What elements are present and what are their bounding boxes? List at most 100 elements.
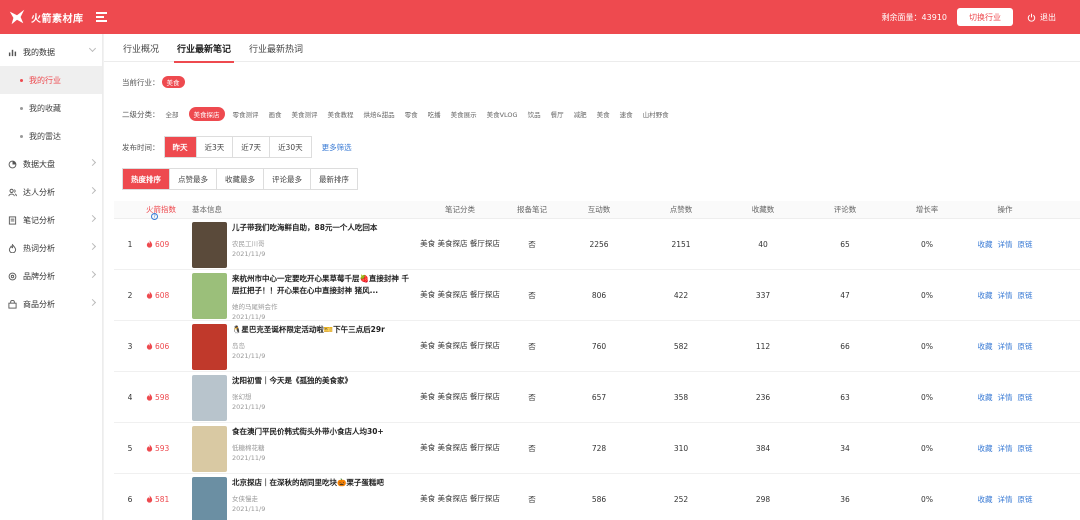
sub-category-10[interactable]: 美食VLOG [487,109,518,119]
content-tabs: 行业概况 行业最新笔记 行业最新热词 [104,34,1080,63]
note-date: 2021/11/9 [232,249,266,258]
source-link[interactable]: 原链 [1018,494,1033,505]
sort-option-0[interactable]: 热度排序 [123,169,170,189]
detail-link[interactable]: 详情 [998,443,1013,454]
detail-link[interactable]: 详情 [998,239,1013,250]
brand-logo[interactable]: 火箭素材库 [8,8,94,26]
note-thumbnail[interactable] [192,272,227,319]
switch-industry-button[interactable]: 切换行业 [957,8,1013,26]
sub-category-16[interactable]: 山村野食 [643,109,669,119]
row-info[interactable]: 儿子带我们吃海鲜自助，88元一个人吃回本 农民工川哥 2021/11/9 [192,219,414,270]
comments-count: 47 [840,290,850,300]
collect-link[interactable]: 收藏 [978,341,993,352]
collect-link[interactable]: 收藏 [978,239,993,250]
tab-industry-overview[interactable]: 行业概况 [114,34,168,62]
sub-category-8[interactable]: 吃播 [428,109,441,119]
source-link[interactable]: 原链 [1018,239,1033,250]
note-title[interactable]: 来杭州市中心一定要吃开心果草莓千层🍓直接封神 千层扛把子！！开心果在心中直接封神… [232,273,412,297]
sidebar-item-hotword-analysis[interactable]: 热词分析 [0,234,102,262]
sidebar-subitem-label: 我的行业 [29,75,61,85]
sub-category-6[interactable]: 烘焙&甜品 [364,109,395,119]
note-date: 2021/11/9 [232,453,266,462]
sort-option-2[interactable]: 收藏最多 [217,169,264,189]
detail-link[interactable]: 详情 [998,290,1013,301]
collect-link[interactable]: 收藏 [978,494,993,505]
tab-latest-hotwords[interactable]: 行业最新热词 [240,34,312,62]
sub-category-1[interactable]: 美食探店 [188,107,225,121]
tab-latest-notes[interactable]: 行业最新笔记 [168,34,240,63]
row-info[interactable]: 沈阳初雪｜今天是《孤独的美食家》 张幻想 2021/11/9 [192,372,414,423]
time-option-2[interactable]: 近7天 [233,137,271,157]
time-option-0[interactable]: 昨天 [164,137,197,157]
collect-link[interactable]: 收藏 [978,290,993,301]
sub-category-12[interactable]: 餐厅 [551,109,564,119]
sub-category-11[interactable]: 饮品 [528,109,541,119]
collect-link[interactable]: 收藏 [978,392,993,403]
sub-category-15[interactable]: 速食 [620,109,633,119]
detail-link[interactable]: 详情 [998,341,1013,352]
publish-time-row: 发布时间： 昨天 近3天 近7天 近30天 更多筛选 [122,136,352,158]
source-link[interactable]: 原链 [1018,392,1033,403]
brand-name: 火箭素材库 [31,13,84,25]
sidebar-item-note-analysis[interactable]: 笔记分析 [0,206,102,234]
table-header: 火箭指数 ? 基本信息 笔记分类 报备笔记 互动数 点赞数 收藏数 评论数 增长… [114,201,1080,220]
source-link[interactable]: 原链 [1018,290,1033,301]
row-heat: 606 [146,342,192,351]
current-industry-label: 当前行业： [122,77,160,87]
row-index: 3 [127,341,133,351]
source-link[interactable]: 原链 [1018,341,1033,352]
sidebar-item-data-overview[interactable]: 数据大盘 [0,150,102,178]
row-info[interactable]: 北京探店｜在深秋的胡同里吃块🎃栗子蛋糕吧 女侠慢走 2021/11/9 [192,474,414,520]
likes-count: 252 [673,494,689,504]
sidebar-subitem-my-radar[interactable]: 我的雷达 [0,122,102,150]
sidebar-item-brand-analysis[interactable]: 品牌分析 [0,262,102,290]
sub-category-5[interactable]: 美食教程 [328,109,354,119]
row-info[interactable]: 来杭州市中心一定要吃开心果草莓千层🍓直接封神 千层扛把子！！开心果在心中直接封神… [192,270,414,321]
sub-category-4[interactable]: 美食测评 [292,109,318,119]
col-ops: 操作 [997,205,1013,214]
sub-category-14[interactable]: 美食 [597,109,610,119]
logout-label: 退出 [1040,12,1056,22]
sub-category-2[interactable]: 零食测评 [233,109,259,119]
sort-option-4[interactable]: 最新排序 [311,169,357,189]
note-thumbnail[interactable] [192,476,227,520]
row-index: 6 [127,494,133,504]
note-thumbnail[interactable] [192,425,227,472]
sub-category-9[interactable]: 美食展示 [451,109,477,119]
row-index: 4 [127,392,133,402]
source-link[interactable]: 原链 [1018,443,1033,454]
sub-category-7[interactable]: 零食 [405,109,418,119]
logout-button[interactable]: 退出 [1027,12,1056,23]
note-thumbnail[interactable] [192,221,227,268]
note-title[interactable]: 食在澳门平民价韩式街头外带小食店人均30+ [232,426,412,438]
sort-option-3[interactable]: 评论最多 [264,169,311,189]
sidebar-subitem-my-industry[interactable]: 我的行业 [0,66,102,94]
note-title[interactable]: 沈阳初雪｜今天是《孤独的美食家》 [232,375,412,387]
sub-category-3[interactable]: 画食 [269,109,282,119]
sub-category-13[interactable]: 减肥 [574,109,587,119]
time-option-1[interactable]: 近3天 [196,137,234,157]
note-thumbnail[interactable] [192,323,227,370]
sidebar-item-goods-analysis[interactable]: 商品分析 [0,290,102,318]
menu-toggle-icon[interactable] [96,11,110,23]
sub-category-0[interactable]: 全部 [166,109,179,119]
note-title[interactable]: 儿子带我们吃海鲜自助，88元一个人吃回本 [232,222,412,234]
sidebar-item-my-data[interactable]: 我的数据 [0,38,102,66]
report-flag: 否 [528,443,536,453]
note-title[interactable]: 🐧星巴克圣诞杯限定活动啦🎫下午三点后29r [232,324,412,336]
time-option-3[interactable]: 近30天 [270,137,311,157]
detail-link[interactable]: 详情 [998,392,1013,403]
row-info[interactable]: 🐧星巴克圣诞杯限定活动啦🎫下午三点后29r 岛岛 2021/11/9 [192,321,414,372]
sort-row: 热度排序 点赞最多 收藏最多 评论最多 最新排序 [122,168,358,190]
row-heat: 608 [146,291,192,300]
row-ops: 收藏 详情 原链 [968,494,1042,505]
sidebar-item-influencer-analysis[interactable]: 达人分析 [0,178,102,206]
note-title[interactable]: 北京探店｜在深秋的胡同里吃块🎃栗子蛋糕吧 [232,477,412,489]
sort-option-1[interactable]: 点赞最多 [170,169,217,189]
row-info[interactable]: 食在澳门平民价韩式街头外带小食店人均30+ 低糖棉花糖 2021/11/9 [192,423,414,474]
sidebar-subitem-my-favorites[interactable]: 我的收藏 [0,94,102,122]
note-thumbnail[interactable] [192,374,227,421]
detail-link[interactable]: 详情 [998,494,1013,505]
more-filter-link[interactable]: 更多筛选 [322,142,352,153]
collect-link[interactable]: 收藏 [978,443,993,454]
